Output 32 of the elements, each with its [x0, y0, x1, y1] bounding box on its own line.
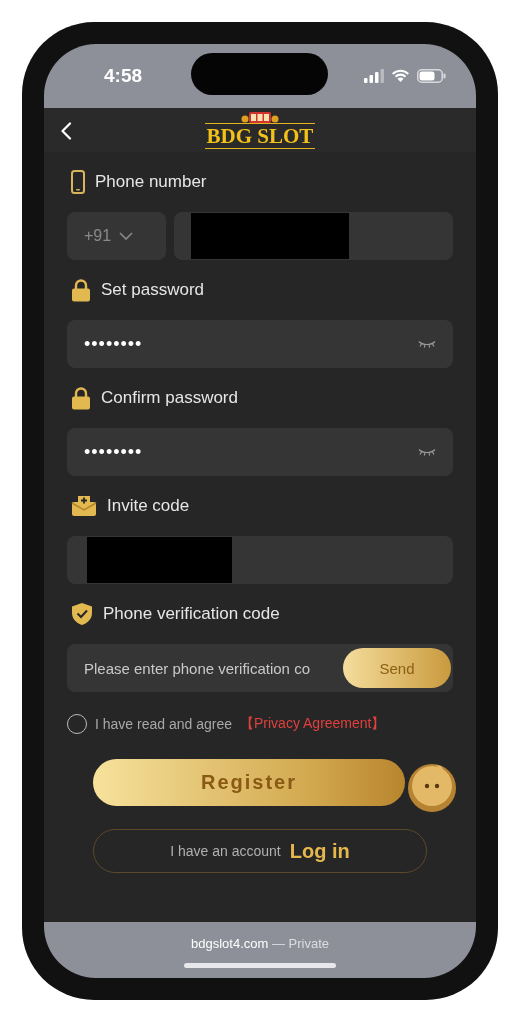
logo-text: BDG SLOT [204, 123, 316, 149]
envelope-icon [71, 495, 97, 517]
url-label: bdgslot4.com — Private [191, 936, 329, 951]
mascot-button[interactable] [406, 761, 458, 813]
signal-icon [364, 69, 384, 83]
battery-icon [417, 69, 446, 83]
login-prompt: I have an account [170, 843, 281, 859]
verification-code-input[interactable]: Please enter phone verification co Send [67, 644, 453, 692]
chevron-down-icon [119, 232, 134, 240]
eye-closed-icon [418, 448, 436, 456]
field-label: Confirm password [101, 388, 238, 408]
field-label: Invite code [107, 496, 190, 516]
eye-closed-icon [418, 340, 436, 348]
agreement-text: I have read and agree [95, 716, 232, 732]
privacy-agreement-link[interactable]: 【Privacy Agreement】 [240, 715, 386, 733]
wifi-icon [391, 69, 410, 83]
phone-input[interactable] [174, 212, 453, 260]
field-label: Phone verification code [103, 604, 280, 624]
field-label: Set password [101, 280, 204, 300]
slot-machine-icon [240, 111, 280, 123]
login-link[interactable]: Log in [289, 839, 350, 863]
back-icon[interactable] [60, 122, 72, 140]
password-input[interactable]: •••••••• [67, 320, 453, 368]
lock-icon [71, 278, 91, 302]
lock-icon [71, 386, 91, 410]
invite-code-input[interactable] [67, 536, 453, 584]
password-input[interactable]: •••••••• [67, 428, 453, 476]
field-label: Phone number [95, 172, 207, 192]
phone-icon [71, 170, 85, 194]
shield-check-icon [71, 602, 93, 626]
status-time: 4:58 [104, 65, 143, 87]
country-code-dropdown[interactable]: +91 [67, 212, 166, 260]
